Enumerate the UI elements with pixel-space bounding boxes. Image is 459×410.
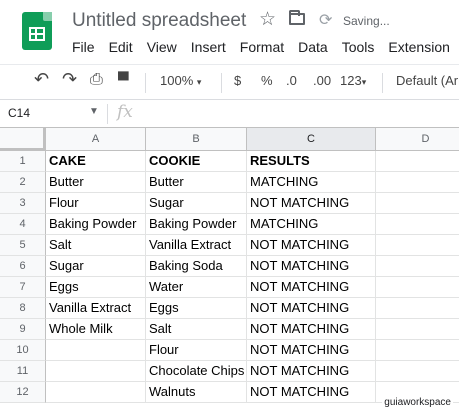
cell-a12[interactable]: [46, 382, 146, 403]
toolbar: ↶ ↷ ⎙ ▀ 100% ▾ $ % .0 .00 123▾ Default (…: [0, 64, 459, 100]
cell-b8[interactable]: Eggs: [146, 298, 247, 319]
column-header-a[interactable]: A: [46, 128, 146, 151]
cell-c11[interactable]: NOT MATCHING: [247, 361, 376, 382]
menu-view[interactable]: View: [147, 39, 177, 55]
row-header[interactable]: 9: [0, 319, 46, 340]
menu-bar: File Edit View Insert Format Data Tools Extensi…: [72, 39, 459, 59]
cell-b11[interactable]: Chocolate Chips: [146, 361, 247, 382]
cell-d2[interactable]: [376, 172, 459, 193]
cell-b2[interactable]: Butter: [146, 172, 247, 193]
cell-d3[interactable]: [376, 193, 459, 214]
cell-a5[interactable]: Salt: [46, 235, 146, 256]
cell-a11[interactable]: [46, 361, 146, 382]
column-header-d[interactable]: D: [376, 128, 459, 151]
fx-icon: fx: [117, 102, 133, 122]
cell-c4[interactable]: MATCHING: [247, 214, 376, 235]
row-header[interactable]: 2: [0, 172, 46, 193]
watermark: guiaworkspace: [382, 397, 453, 408]
cell-a6[interactable]: Sugar: [46, 256, 146, 277]
title-bar: Untitled spreadsheet ☆ ⟳ Saving... File E…: [0, 0, 459, 64]
format-currency-button[interactable]: $: [234, 73, 241, 88]
cell-b12[interactable]: Walnuts: [146, 382, 247, 403]
cell-c2[interactable]: MATCHING: [247, 172, 376, 193]
cell-c1[interactable]: RESULTS: [247, 151, 376, 172]
cell-c7[interactable]: NOT MATCHING: [247, 277, 376, 298]
formula-bar: C14 ▼ fx: [0, 100, 459, 128]
cell-c8[interactable]: NOT MATCHING: [247, 298, 376, 319]
decrease-decimal-button[interactable]: .0: [286, 73, 297, 88]
cell-c9[interactable]: NOT MATCHING: [247, 319, 376, 340]
cell-c12[interactable]: NOT MATCHING: [247, 382, 376, 403]
cell-d5[interactable]: [376, 235, 459, 256]
cell-c5[interactable]: NOT MATCHING: [247, 235, 376, 256]
zoom-select[interactable]: 100% ▾: [160, 73, 201, 88]
cell-b5[interactable]: Vanilla Extract: [146, 235, 247, 256]
increase-decimal-button[interactable]: .00: [313, 73, 331, 88]
cell-d1[interactable]: [376, 151, 459, 172]
menu-data[interactable]: Data: [298, 39, 328, 55]
paint-format-icon[interactable]: ▀: [118, 72, 129, 89]
cell-a1[interactable]: CAKE: [46, 151, 146, 172]
select-all-corner[interactable]: [0, 128, 46, 151]
cell-b10[interactable]: Flour: [146, 340, 247, 361]
cell-a3[interactable]: Flour: [46, 193, 146, 214]
cell-d8[interactable]: [376, 298, 459, 319]
redo-icon[interactable]: ↷: [62, 69, 77, 90]
menu-edit[interactable]: Edit: [109, 39, 133, 55]
cell-b1[interactable]: COOKIE: [146, 151, 247, 172]
menu-insert[interactable]: Insert: [191, 39, 226, 55]
cell-a9[interactable]: Whole Milk: [46, 319, 146, 340]
row-header[interactable]: 12: [0, 382, 46, 403]
row-header[interactable]: 7: [0, 277, 46, 298]
row-header[interactable]: 5: [0, 235, 46, 256]
star-icon[interactable]: ☆: [259, 8, 276, 31]
row-header[interactable]: 4: [0, 214, 46, 235]
cell-d11[interactable]: [376, 361, 459, 382]
column-header-b[interactable]: B: [146, 128, 247, 151]
menu-extensions[interactable]: Extension: [388, 39, 449, 55]
cell-a2[interactable]: Butter: [46, 172, 146, 193]
menu-file[interactable]: File: [72, 39, 95, 55]
print-icon[interactable]: ⎙: [90, 71, 103, 89]
sync-icon: ⟳: [319, 12, 333, 29]
sheets-logo-icon[interactable]: [22, 12, 52, 50]
cell-b3[interactable]: Sugar: [146, 193, 247, 214]
cell-c10[interactable]: NOT MATCHING: [247, 340, 376, 361]
cell-d6[interactable]: [376, 256, 459, 277]
cell-a8[interactable]: Vanilla Extract: [46, 298, 146, 319]
chevron-down-icon[interactable]: ▼: [89, 106, 99, 117]
row-header[interactable]: 11: [0, 361, 46, 382]
row-header[interactable]: 8: [0, 298, 46, 319]
row-header[interactable]: 3: [0, 193, 46, 214]
row-header[interactable]: 6: [0, 256, 46, 277]
document-title[interactable]: Untitled spreadsheet: [72, 10, 246, 32]
more-formats-button[interactable]: 123▾: [340, 73, 366, 88]
move-folder-icon[interactable]: [289, 10, 305, 25]
name-box[interactable]: C14: [8, 106, 30, 120]
cell-d4[interactable]: [376, 214, 459, 235]
cell-d7[interactable]: [376, 277, 459, 298]
cell-a7[interactable]: Eggs: [46, 277, 146, 298]
spreadsheet-grid[interactable]: A B C D 1 CAKE COOKIE RESULTS 2 Butter Butter M…: [0, 128, 459, 410]
cell-b7[interactable]: Water: [146, 277, 247, 298]
menu-tools[interactable]: Tools: [342, 39, 375, 55]
cell-a10[interactable]: [46, 340, 146, 361]
cell-b9[interactable]: Salt: [146, 319, 247, 340]
cell-c3[interactable]: NOT MATCHING: [247, 193, 376, 214]
cell-b4[interactable]: Baking Powder: [146, 214, 247, 235]
cell-b6[interactable]: Baking Soda: [146, 256, 247, 277]
column-header-c[interactable]: C: [247, 128, 376, 151]
save-status: Saving...: [343, 14, 390, 28]
menu-format[interactable]: Format: [240, 39, 284, 55]
row-header[interactable]: 10: [0, 340, 46, 361]
cell-c6[interactable]: NOT MATCHING: [247, 256, 376, 277]
cell-a4[interactable]: Baking Powder: [46, 214, 146, 235]
cell-d9[interactable]: [376, 319, 459, 340]
font-select[interactable]: Default (Ari: [396, 73, 459, 88]
row-header[interactable]: 1: [0, 151, 46, 172]
cell-d10[interactable]: [376, 340, 459, 361]
undo-icon[interactable]: ↶: [34, 69, 49, 90]
format-percent-button[interactable]: %: [261, 73, 273, 88]
